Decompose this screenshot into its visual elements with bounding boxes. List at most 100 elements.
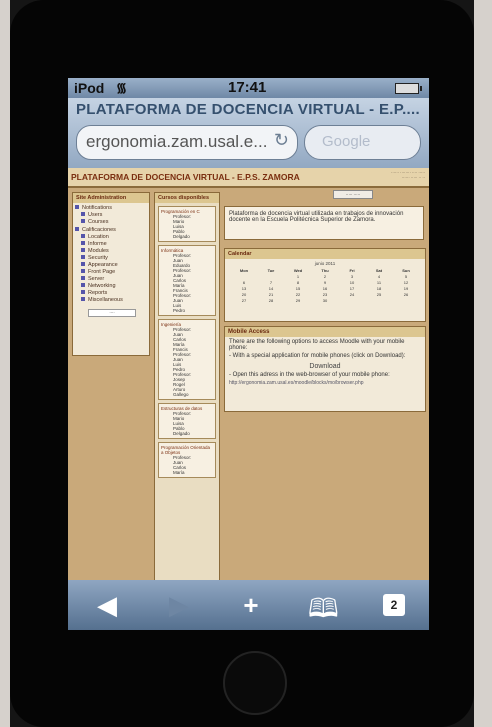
admin-section[interactable]: Calificaciones <box>75 227 149 233</box>
calendar-day[interactable]: 17 <box>339 286 365 291</box>
site-header: PLATAFORMA DE DOCENCIA VIRTUAL - E.P.S. … <box>68 168 429 188</box>
calendar-day[interactable]: 13 <box>231 286 257 291</box>
admin-item[interactable]: Modules <box>81 248 149 254</box>
admin-item[interactable]: Reports <box>81 290 149 296</box>
admin-item-courses[interactable]: Courses <box>81 219 149 225</box>
intro-text: Plataforma de docencia virtual utilizada… <box>224 206 424 240</box>
calendar-day[interactable]: 22 <box>285 292 311 297</box>
calendar-day[interactable]: 8 <box>285 280 311 285</box>
reload-icon[interactable]: ↻ <box>274 130 289 151</box>
admin-search-button[interactable]: ···· <box>88 309 136 317</box>
calendar-day[interactable]: 19 <box>393 286 419 291</box>
download-link[interactable]: Download <box>225 363 425 370</box>
calendar-day[interactable]: 28 <box>258 298 284 303</box>
calendar-day[interactable] <box>258 274 284 279</box>
course-item[interactable]: Ingeniería Profesor: Juan Carlos María Franci… <box>158 319 216 400</box>
login-info[interactable]: ······ ········ ···· ····· ······ ····· ·… <box>345 170 425 180</box>
calendar-day[interactable]: 4 <box>366 274 392 279</box>
course-item[interactable]: Programación en C Profesor: Mario Luisa Pabl… <box>158 206 216 242</box>
calendar-day[interactable] <box>231 274 257 279</box>
admin-section[interactable]: Notifications <box>75 205 149 211</box>
mobile-url-link[interactable]: http://ergonomia.zam.usal.es/moodle/bloc… <box>229 380 421 386</box>
courses-block: Cursos disponibles Programación en C Prof… <box>154 192 220 582</box>
admin-item[interactable]: Security <box>81 255 149 261</box>
calendar-day[interactable] <box>366 298 392 303</box>
admin-item[interactable]: Informe <box>81 241 149 247</box>
calendar-day[interactable]: 2 <box>312 274 338 279</box>
course-item[interactable]: Informática Profesor: Juan Eduardo Profesor:… <box>158 245 216 316</box>
home-button[interactable] <box>223 651 287 715</box>
course-list: Programación en C Profesor: Mario Luisa Pabl… <box>155 206 219 478</box>
calendar-day[interactable]: 10 <box>339 280 365 285</box>
bookmarks-icon[interactable]: 🕮 <box>308 590 339 630</box>
calendar-day[interactable]: 9 <box>312 280 338 285</box>
admin-item[interactable]: Appearance <box>81 262 149 268</box>
calendar-day[interactable]: 7 <box>258 280 284 285</box>
mobile-heading: Mobile Access <box>225 327 425 337</box>
calendar-day[interactable]: 12 <box>393 280 419 285</box>
calendar-day[interactable]: 20 <box>231 292 257 297</box>
course-item[interactable]: Programación Orientada a Objetos Profesor… <box>158 442 216 478</box>
calendar-day-name: Mon <box>239 268 249 273</box>
calendar-day[interactable]: 29 <box>285 298 311 303</box>
calendar-day[interactable]: 11 <box>366 280 392 285</box>
calendar-day-name: Thu <box>321 268 329 273</box>
folder-icon <box>75 205 79 209</box>
clock: 17:41 <box>228 79 267 96</box>
calendar-day[interactable]: 15 <box>285 286 311 291</box>
course-title: Programación Orientada a Objetos <box>161 445 211 455</box>
site-title: PLATAFORMA DE DOCENCIA VIRTUAL - E.P.S. … <box>71 172 300 182</box>
calendar-day-name: Sun <box>402 268 410 273</box>
forward-icon[interactable]: ▶ <box>164 590 194 621</box>
admin-item[interactable]: Miscellaneous <box>81 297 149 303</box>
mobile-text: - With a special application for mobile … <box>229 353 406 359</box>
folder-icon <box>81 241 85 245</box>
turn-editing-button[interactable]: ····· ····· <box>333 190 373 199</box>
calendar-day[interactable]: 27 <box>231 298 257 303</box>
course-teacher: Gallego <box>173 392 189 397</box>
back-icon[interactable]: ◀ <box>92 590 122 621</box>
calendar-day-name: Fri <box>349 268 355 273</box>
calendar-day[interactable]: 26 <box>393 292 419 297</box>
calendar-day[interactable]: 23 <box>312 292 338 297</box>
mobile-text: - Open this adress in the web-browser of… <box>229 372 390 378</box>
folder-icon <box>81 297 85 301</box>
admin-item[interactable]: Location <box>81 234 149 240</box>
mobile-access-block: Mobile Access There are the following op… <box>224 326 426 412</box>
admin-item[interactable]: Networking <box>81 283 149 289</box>
admin-item[interactable]: Server <box>81 276 149 282</box>
folder-icon <box>81 262 85 266</box>
calendar-day-name: Wed <box>293 268 303 273</box>
add-icon[interactable]: + <box>236 590 266 621</box>
calendar-day[interactable]: 25 <box>366 292 392 297</box>
calendar-day[interactable]: 21 <box>258 292 284 297</box>
calendar-day[interactable]: 1 <box>285 274 311 279</box>
search-field[interactable]: Google <box>304 125 421 160</box>
calendar-day[interactable]: 5 <box>393 274 419 279</box>
calendar-day[interactable]: 14 <box>258 286 284 291</box>
folder-icon <box>81 219 85 223</box>
admin-item[interactable]: Front Page <box>81 269 149 275</box>
course-teacher: María <box>173 470 185 475</box>
folder-icon <box>81 255 85 259</box>
calendar-day[interactable] <box>339 298 365 303</box>
course-item[interactable]: Estructuras de datos Profesor: Mario Luisa P… <box>158 403 216 439</box>
calendar-day[interactable]: 24 <box>339 292 365 297</box>
admin-item-users[interactable]: Users <box>81 212 149 218</box>
url-field[interactable]: ergonomia.zam.usal.e... ↻ <box>76 125 298 160</box>
calendar-day[interactable]: 16 <box>312 286 338 291</box>
course-teacher: Delgado <box>173 431 190 436</box>
folder-icon <box>81 276 85 280</box>
calendar-day[interactable] <box>393 298 419 303</box>
pages-icon[interactable]: 2 <box>383 594 405 616</box>
search-placeholder: Google <box>322 133 371 150</box>
calendar-day[interactable]: 18 <box>366 286 392 291</box>
calendar-grid: Mon Tue Wed Thu Fri Sat Sun 1 2 3 4 5 6 7 8 9 10 11 12 13 14… <box>225 266 425 305</box>
folder-icon <box>75 227 79 231</box>
calendar-day[interactable]: 6 <box>231 280 257 285</box>
calendar-day[interactable]: 30 <box>312 298 338 303</box>
calendar-day[interactable]: 3 <box>339 274 365 279</box>
device-screen: iPod ᯾ 17:41 PLATAFORMA DE DOCENCIA VIRT… <box>68 78 429 630</box>
folder-icon <box>81 269 85 273</box>
mobile-text: There are the following options to acces… <box>229 339 405 351</box>
